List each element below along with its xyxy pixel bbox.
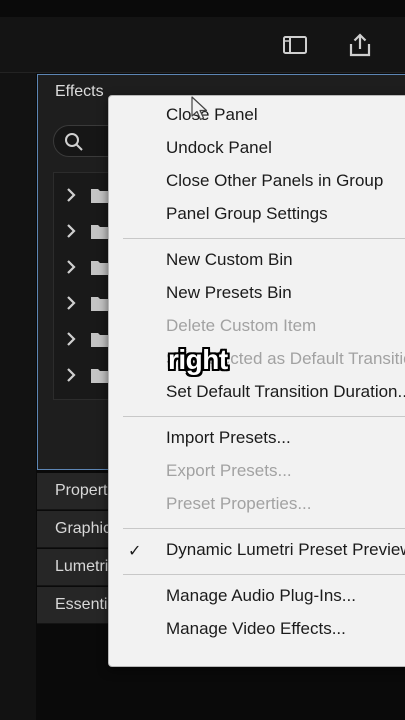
panel-tab-label: Graphic xyxy=(55,520,112,537)
menu-item-label: New Custom Bin xyxy=(166,250,293,269)
panel-layout-icon[interactable] xyxy=(281,31,309,59)
menu-item[interactable]: Panel Group Settings xyxy=(109,199,405,232)
chevron-right-icon[interactable] xyxy=(64,366,78,384)
menu-item[interactable]: Manage Video Effects... xyxy=(109,614,405,647)
chevron-right-icon[interactable] xyxy=(64,258,78,276)
chevron-right-icon[interactable] xyxy=(64,222,78,240)
menu-item-label: Manage Audio Plug-Ins... xyxy=(166,586,356,605)
panel-tab-label: Propert xyxy=(55,482,108,499)
chevron-right-icon[interactable] xyxy=(64,330,78,348)
menu-item-label: Import Presets... xyxy=(166,428,291,447)
menu-item[interactable]: Close Other Panels in Group xyxy=(109,166,405,199)
share-export-icon[interactable] xyxy=(346,31,374,59)
video-caption: right xyxy=(168,344,228,375)
menu-item-label: Panel Group Settings xyxy=(166,204,328,223)
checkmark-icon: ✓ xyxy=(128,543,142,560)
menu-separator xyxy=(123,238,405,239)
menu-item-label: Export Presets... xyxy=(166,461,292,480)
menu-item[interactable]: New Custom Bin xyxy=(109,245,405,278)
menu-item-label: Delete Custom Item xyxy=(166,316,317,335)
menu-item-label: Close Panel xyxy=(166,105,258,124)
menu-item-label: Manage Video Effects... xyxy=(166,619,346,638)
panel-tab-label: Lumetri xyxy=(55,558,109,575)
top-toolbar xyxy=(0,17,405,73)
menu-item[interactable]: Set Default Transition Duration... xyxy=(109,377,405,410)
mouse-cursor-icon xyxy=(191,96,208,121)
menu-separator xyxy=(123,574,405,575)
menu-item[interactable]: Close Panel xyxy=(109,100,405,133)
menu-item: Set Selected as Default Transition xyxy=(109,344,405,377)
chevron-right-icon[interactable] xyxy=(64,186,78,204)
menu-item: Delete Custom Item xyxy=(109,311,405,344)
menu-item[interactable]: Import Presets... xyxy=(109,423,405,456)
menu-separator xyxy=(123,416,405,417)
menu-separator xyxy=(123,528,405,529)
menu-item[interactable]: ✓ Dynamic Lumetri Preset Previews xyxy=(109,535,405,568)
menu-item-label: Preset Properties... xyxy=(166,494,312,513)
menu-item[interactable]: Manage Audio Plug-Ins... xyxy=(109,581,405,614)
panel-tab-label: Essenti xyxy=(55,596,108,613)
menu-item[interactable]: New Presets Bin xyxy=(109,278,405,311)
panel-context-menu: Close Panel Undock Panel Close Other Panel… xyxy=(108,95,405,667)
chevron-right-icon[interactable] xyxy=(64,294,78,312)
menu-item: Export Presets... xyxy=(109,456,405,489)
left-panel-column xyxy=(0,73,36,720)
menu-item-label: Dynamic Lumetri Preset Previews xyxy=(166,540,405,559)
effects-panel-title[interactable]: Effects xyxy=(55,83,104,101)
menu-item-label: Close Other Panels in Group xyxy=(166,171,384,190)
search-icon xyxy=(65,133,83,151)
menu-item: Preset Properties... xyxy=(109,489,405,522)
menu-item-label: Undock Panel xyxy=(166,138,272,157)
menu-item-label: New Presets Bin xyxy=(166,283,292,302)
menu-item[interactable]: Undock Panel xyxy=(109,133,405,166)
menu-item-label: Set Default Transition Duration... xyxy=(166,382,405,401)
